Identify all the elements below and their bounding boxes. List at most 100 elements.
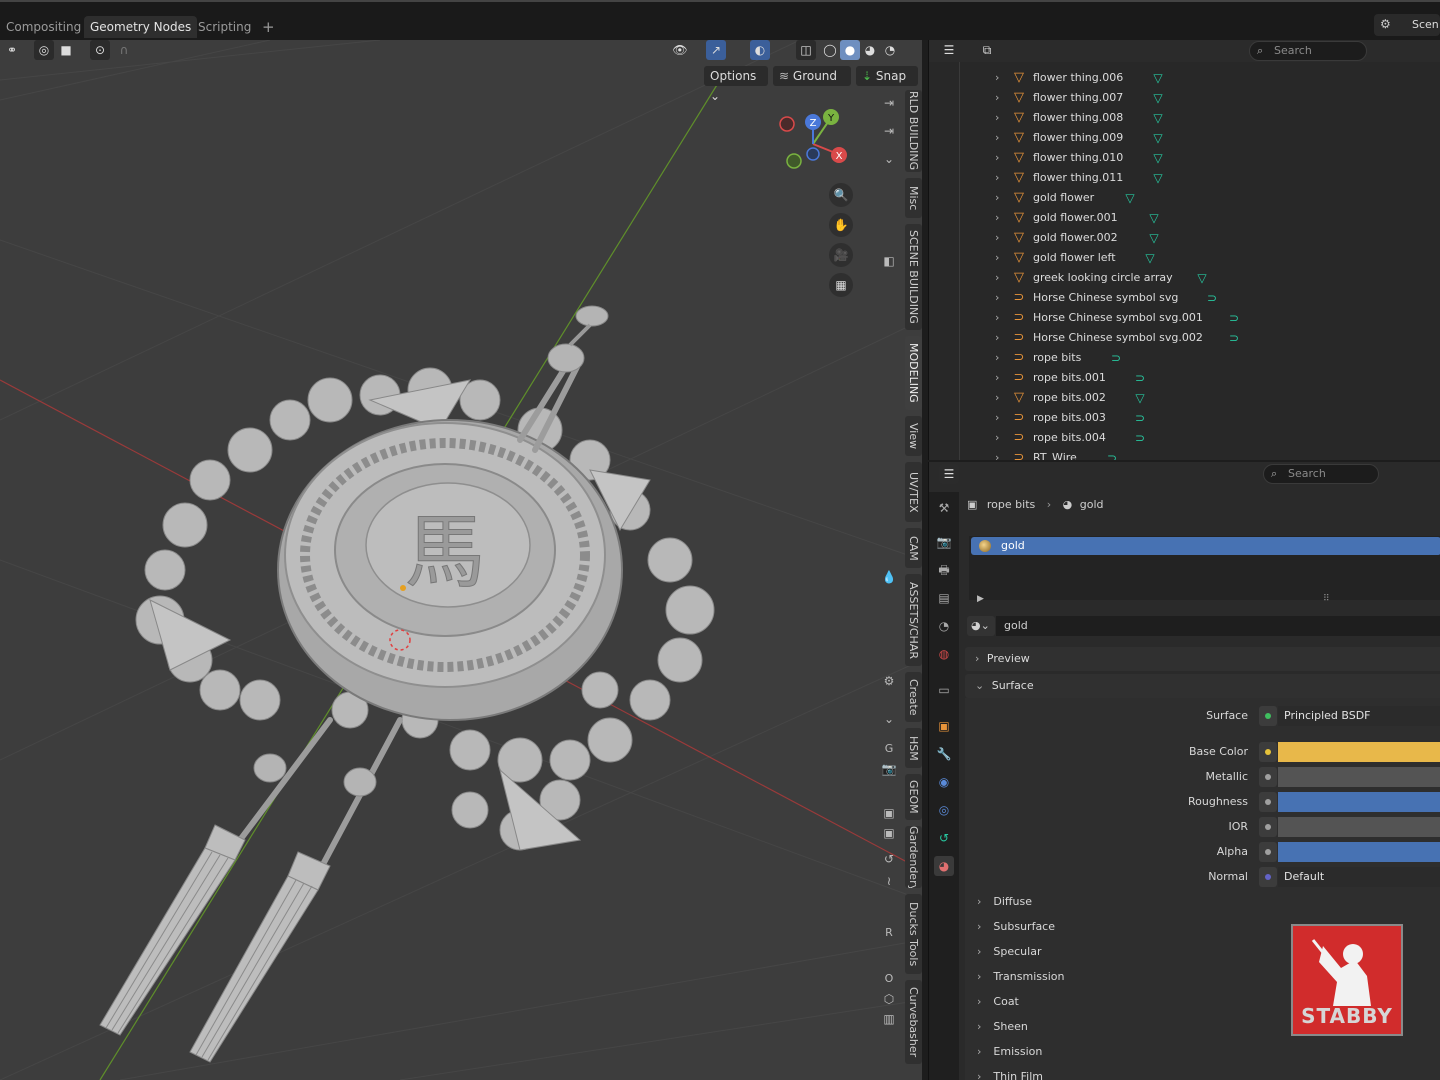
- properties-search-input[interactable]: ⌕ Search: [1263, 464, 1379, 484]
- curve-object-icon[interactable]: ⊃: [1011, 430, 1027, 446]
- collection-tab-icon[interactable]: ▭: [934, 680, 954, 700]
- expand-chevron-icon[interactable]: ›: [995, 408, 999, 428]
- display-mode-icon[interactable]: ☰: [939, 40, 959, 60]
- sidebar-tab-view[interactable]: View: [905, 416, 922, 456]
- sidebar-tab-create[interactable]: Create: [905, 672, 922, 722]
- outliner-row[interactable]: › ▽ gold flower ▽: [929, 188, 1440, 208]
- ground-button[interactable]: ≋ Ground: [773, 66, 851, 86]
- socket-link-button[interactable]: [1259, 842, 1277, 862]
- material-slot-list[interactable]: gold: [969, 536, 1440, 600]
- rendered-shading-icon[interactable]: ◔: [880, 40, 900, 60]
- mesh-data-icon[interactable]: ▽: [1151, 150, 1165, 166]
- tool-bars-icon[interactable]: ▥: [878, 1008, 900, 1030]
- output-tab-icon[interactable]: 🖶: [934, 560, 954, 580]
- view-layer-tab-icon[interactable]: ▤: [934, 588, 954, 608]
- outliner-row[interactable]: › ⊃ rope bits.001 ⊃: [929, 368, 1440, 388]
- material-tab-icon[interactable]: ◕: [934, 856, 954, 876]
- expand-chevron-icon[interactable]: ›: [995, 228, 999, 248]
- mesh-object-icon[interactable]: ▽: [1011, 70, 1027, 86]
- mesh-data-icon[interactable]: ▽: [1195, 270, 1209, 286]
- mesh-data-icon[interactable]: ▽: [1151, 90, 1165, 106]
- sidebar-tab-ducks-tools[interactable]: Ducks Tools: [905, 894, 922, 974]
- outliner-item-name[interactable]: flower thing.010: [1033, 148, 1123, 168]
- sidebar-tab-modeling[interactable]: MODELING: [905, 336, 922, 410]
- outliner-row[interactable]: › ▽ gold flower.001 ▽: [929, 208, 1440, 228]
- expand-chevron-icon[interactable]: ›: [995, 208, 999, 228]
- data-curve-tab-icon[interactable]: ↺: [934, 828, 954, 848]
- expand-chevron-icon[interactable]: ›: [995, 68, 999, 88]
- outliner-item-name[interactable]: flower thing.006: [1033, 68, 1123, 88]
- curve-data-icon[interactable]: ⊃: [1205, 290, 1219, 306]
- outliner-row[interactable]: › ⊃ rope bits ⊃: [929, 348, 1440, 368]
- mesh-data-icon[interactable]: ▽: [1123, 190, 1137, 206]
- resize-grip-icon[interactable]: ⠿: [1323, 594, 1330, 604]
- expand-chevron-icon[interactable]: ›: [995, 288, 999, 308]
- curve-data-icon[interactable]: ⊃: [1105, 450, 1119, 460]
- mesh-data-icon[interactable]: ▽: [1151, 170, 1165, 186]
- tool-camera-icon[interactable]: 📷: [878, 758, 900, 780]
- outliner-row[interactable]: › ⊃ Horse Chinese symbol svg.002 ⊃: [929, 328, 1440, 348]
- material-name-field[interactable]: gold: [996, 616, 1440, 636]
- curve-object-icon[interactable]: ⊃: [1011, 450, 1027, 460]
- expand-chevron-icon[interactable]: ›: [995, 148, 999, 168]
- subpanel-header[interactable]: › Thin Film: [977, 1066, 1043, 1080]
- outliner-row[interactable]: › ▽ greek looking circle array ▽: [929, 268, 1440, 288]
- expand-chevron-icon[interactable]: ›: [995, 268, 999, 288]
- mesh-object-icon[interactable]: ▽: [1011, 230, 1027, 246]
- outliner-item-name[interactable]: gold flower: [1033, 188, 1094, 208]
- socket-link-button[interactable]: [1259, 742, 1277, 762]
- physics-tab-icon[interactable]: ◎: [934, 800, 954, 820]
- expand-chevron-icon[interactable]: ›: [995, 188, 999, 208]
- render-tab-icon[interactable]: 📷: [934, 532, 954, 552]
- curve-object-icon[interactable]: ⊃: [1011, 350, 1027, 366]
- breadcrumb-material[interactable]: gold: [1080, 498, 1104, 511]
- property-value-field[interactable]: [1278, 792, 1440, 812]
- add-workspace-button[interactable]: +: [256, 16, 281, 38]
- outliner-item-name[interactable]: flower thing.007: [1033, 88, 1123, 108]
- expand-chevron-icon[interactable]: ›: [995, 88, 999, 108]
- pan-hand-icon[interactable]: ✋: [829, 213, 853, 237]
- material-browse-button[interactable]: ◕⌄: [967, 616, 995, 636]
- outliner-row[interactable]: › ▽ flower thing.008 ▽: [929, 108, 1440, 128]
- outliner-item-name[interactable]: RT_Wire: [1033, 448, 1077, 460]
- outliner-item-name[interactable]: gold flower left: [1033, 248, 1116, 268]
- outliner-item-name[interactable]: flower thing.008: [1033, 108, 1123, 128]
- outliner-item-name[interactable]: greek looking circle array: [1033, 268, 1173, 288]
- tool-gear-icon[interactable]: ⚙: [878, 670, 900, 692]
- tool-collapse-icon[interactable]: ⇥: [878, 92, 900, 114]
- expand-chevron-icon[interactable]: ›: [995, 108, 999, 128]
- tool-dropdown2-icon[interactable]: ⌄: [878, 708, 900, 730]
- property-value-field[interactable]: [1278, 842, 1440, 862]
- subpanel-header[interactable]: › Diffuse: [977, 891, 1032, 913]
- outliner-item-name[interactable]: flower thing.011: [1033, 168, 1123, 188]
- sidebar-tab-gardendery[interactable]: Gardendery: [905, 826, 922, 888]
- outliner-item-name[interactable]: rope bits.001: [1033, 368, 1106, 388]
- mesh-data-icon[interactable]: ▽: [1143, 250, 1157, 266]
- expand-chevron-icon[interactable]: ›: [995, 448, 999, 460]
- property-value-field[interactable]: [1278, 767, 1440, 787]
- curve-object-icon[interactable]: ⊃: [1011, 410, 1027, 426]
- expand-chevron-icon[interactable]: ›: [995, 328, 999, 348]
- outliner-item-name[interactable]: rope bits: [1033, 348, 1081, 368]
- options-dropdown[interactable]: Options ⌄: [704, 66, 768, 103]
- properties-editor[interactable]: ☰ ⌕ Search ⚒ 📷 🖶 ▤ ◔ ◍ ▭ ▣ 🔧 ◉ ◎ ↺ ◕ ▣ r…: [928, 462, 1440, 1080]
- editor-type-icon[interactable]: ☰: [939, 464, 959, 484]
- mesh-object-icon[interactable]: ▽: [1011, 170, 1027, 186]
- sidebar-tab-curvebasher[interactable]: Curvebasher: [905, 980, 922, 1064]
- outliner-row[interactable]: › ▽ flower thing.011 ▽: [929, 168, 1440, 188]
- subpanel-header[interactable]: › Coat: [977, 991, 1019, 1013]
- tool-measure-icon[interactable]: ◧: [878, 250, 900, 272]
- outliner-row[interactable]: › ▽ flower thing.009 ▽: [929, 128, 1440, 148]
- outliner-item-name[interactable]: gold flower.001: [1033, 208, 1118, 228]
- mesh-data-icon[interactable]: ▽: [1151, 130, 1165, 146]
- outliner-search-input[interactable]: ⌕ Search: [1249, 41, 1367, 61]
- property-value-field[interactable]: [1278, 742, 1440, 762]
- mesh-data-icon[interactable]: ▽: [1151, 110, 1165, 126]
- outliner-item-name[interactable]: rope bits.003: [1033, 408, 1106, 428]
- mesh-object-icon[interactable]: ▽: [1011, 190, 1027, 206]
- property-value-field[interactable]: Principled BSDF: [1278, 706, 1440, 726]
- curve-data-icon[interactable]: ⊃: [1133, 430, 1147, 446]
- expand-chevron-icon[interactable]: ›: [995, 128, 999, 148]
- world-tab-icon[interactable]: ◍: [934, 644, 954, 664]
- mesh-data-icon[interactable]: ▽: [1147, 230, 1161, 246]
